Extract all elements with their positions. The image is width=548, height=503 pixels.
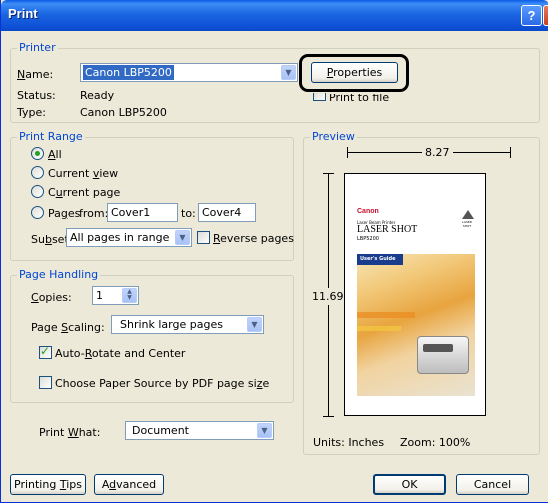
help-button[interactable]: ? — [521, 5, 542, 26]
printing-tips-button[interactable]: Printing Tips — [10, 474, 86, 495]
height-dimension-tick-bottom — [323, 416, 334, 417]
from-input[interactable]: Cover1 — [107, 203, 178, 222]
current-page-label: Current page — [48, 186, 121, 199]
pages-radio[interactable] — [31, 206, 44, 219]
to-value: Cover4 — [202, 206, 242, 219]
close-button[interactable]: X — [543, 5, 548, 26]
chevron-down-icon[interactable]: ▼ — [247, 317, 262, 332]
advanced-button[interactable]: Advanced — [94, 474, 164, 495]
page-scaling-select[interactable]: Shrink large pages ▼ — [111, 315, 264, 334]
preview-doc-guide: User's Guide — [360, 256, 396, 262]
preview-width-value: 8.27 — [422, 146, 453, 159]
preview-doc-logo-mark — [462, 210, 474, 219]
printer-status-value: Ready — [80, 89, 115, 102]
printer-status-label: Status: — [17, 89, 56, 102]
preview-height-value: 11.69 — [312, 288, 344, 305]
preview-doc-brand: Canon — [357, 208, 379, 215]
all-radio[interactable] — [31, 147, 44, 160]
cancel-button[interactable]: Cancel — [456, 474, 529, 495]
from-value: Cover1 — [111, 206, 151, 219]
printer-type-label: Type: — [17, 106, 46, 119]
printer-type-value: Canon LBP5200 — [80, 106, 167, 119]
spinner-icon[interactable]: ▲ ▼ — [122, 288, 137, 303]
pages-label: Pages — [48, 207, 81, 220]
print-range-group-label: Print Range — [17, 130, 85, 143]
to-input[interactable]: Cover4 — [198, 203, 256, 222]
print-what-select[interactable]: Document ▼ — [125, 421, 274, 440]
print-dialog: Print ? X Printer Name: Canon LBP5200 ▼ … — [0, 0, 548, 503]
choose-paper-source-label: Choose Paper Source by PDF page size — [55, 377, 270, 390]
preview-doc-orange-bar — [357, 312, 415, 318]
zoom-label: Zoom: 100% — [400, 436, 471, 449]
to-label: to: — [181, 207, 196, 220]
copies-input[interactable]: 1 ▲ ▼ — [92, 286, 139, 305]
reverse-pages-label: Reverse pages — [213, 232, 294, 245]
print-what-label: Print What: — [39, 426, 101, 439]
checkmark-icon: ✓ — [40, 344, 51, 358]
width-dimension-tick-right — [510, 147, 511, 158]
printer-name-value: Canon LBP5200 — [83, 65, 174, 80]
height-dimension-tick-top — [323, 173, 334, 174]
preview-page: Canon Laser Beam Printer LASER SHOT LBP5… — [344, 173, 486, 416]
print-what-value: Document — [132, 424, 189, 437]
page-scaling-label: Page Scaling: — [31, 321, 105, 334]
reverse-pages-checkbox[interactable] — [197, 231, 210, 244]
preview-group-label: Preview — [310, 130, 357, 143]
current-view-label: Current view — [48, 167, 119, 180]
print-to-file-checkbox[interactable] — [313, 93, 326, 101]
subset-value: All pages in range — [70, 231, 170, 244]
subset-select[interactable]: All pages in range ▼ — [66, 228, 192, 247]
preview-doc-logo: LASER SHOT — [462, 220, 472, 228]
all-label: All — [48, 148, 62, 161]
current-page-radio[interactable] — [31, 185, 44, 198]
chevron-down-icon[interactable]: ▼ — [175, 230, 190, 245]
auto-rotate-label: Auto-Rotate and Center — [55, 347, 186, 360]
preview-doc-printer-tray — [423, 344, 453, 352]
title-bar[interactable]: Print ? X — [1, 0, 548, 31]
printer-name-label: Name: — [17, 68, 54, 81]
chevron-down-icon[interactable]: ▼ — [257, 423, 272, 438]
width-dimension-tick-left — [347, 147, 348, 158]
preview-doc-model: LBP5200 — [357, 236, 379, 242]
page-scaling-value: Shrink large pages — [120, 318, 223, 331]
preview-doc-yellow-bar — [357, 326, 401, 331]
printer-name-select[interactable]: Canon LBP5200 ▼ — [80, 63, 298, 82]
ok-button[interactable]: OK — [373, 474, 446, 495]
window-title: Print — [8, 6, 38, 21]
chevron-down-icon[interactable]: ▼ — [281, 65, 296, 80]
printer-group-label: Printer — [17, 41, 58, 54]
copies-value: 1 — [96, 289, 103, 302]
page-handling-group-label: Page Handling — [17, 268, 101, 281]
auto-rotate-checkbox[interactable]: ✓ — [39, 344, 52, 359]
preview-doc-title: LASER SHOT — [357, 224, 418, 235]
copies-label: Copies: — [31, 291, 72, 304]
current-view-radio[interactable] — [31, 166, 44, 179]
preview-doc-printer-image — [417, 336, 469, 374]
properties-button[interactable]: Properties — [311, 62, 398, 83]
units-label: Units: Inches — [313, 436, 385, 449]
from-label: from: — [79, 207, 109, 220]
preview-doc-cover-art: User's Guide — [357, 254, 475, 396]
choose-paper-source-checkbox[interactable] — [39, 376, 52, 389]
